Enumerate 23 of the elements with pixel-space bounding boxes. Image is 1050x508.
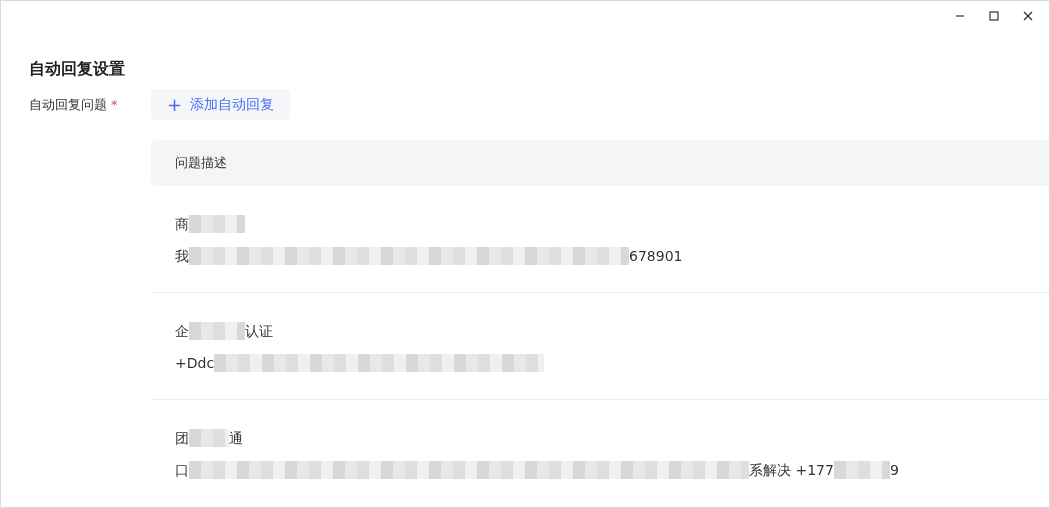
field-label: 自动回复问题 (29, 97, 107, 112)
redaction-mark (189, 215, 245, 233)
column-header: 问题描述 (175, 154, 227, 173)
redaction-mark (189, 322, 245, 340)
table-cell-text: 团 (175, 428, 189, 448)
table-cell-text: 系解决 +177 (749, 460, 834, 480)
redaction-mark (189, 429, 229, 447)
required-mark: * (111, 97, 118, 112)
table-cell-text: +Ddc (175, 353, 215, 373)
table-cell-text: 678901 (629, 246, 683, 266)
close-icon (1022, 10, 1034, 22)
table-cell-text: 口 (175, 460, 189, 480)
plus-icon: + (167, 95, 183, 114)
table-cell-text: 我 (175, 246, 189, 266)
page-heading: 自动回复设置 (29, 58, 126, 80)
maximize-icon (988, 10, 1000, 22)
table-cell-text: 商 (175, 214, 189, 234)
table-cell-text: 企 (175, 321, 189, 341)
add-auto-reply-button[interactable]: + 添加自动回复 (151, 89, 291, 120)
table-cell-text: 认证 (245, 321, 273, 341)
table-cell-text: 通 (229, 428, 243, 448)
redaction-mark (833, 461, 890, 479)
table-cell-text: 9 (889, 460, 899, 480)
